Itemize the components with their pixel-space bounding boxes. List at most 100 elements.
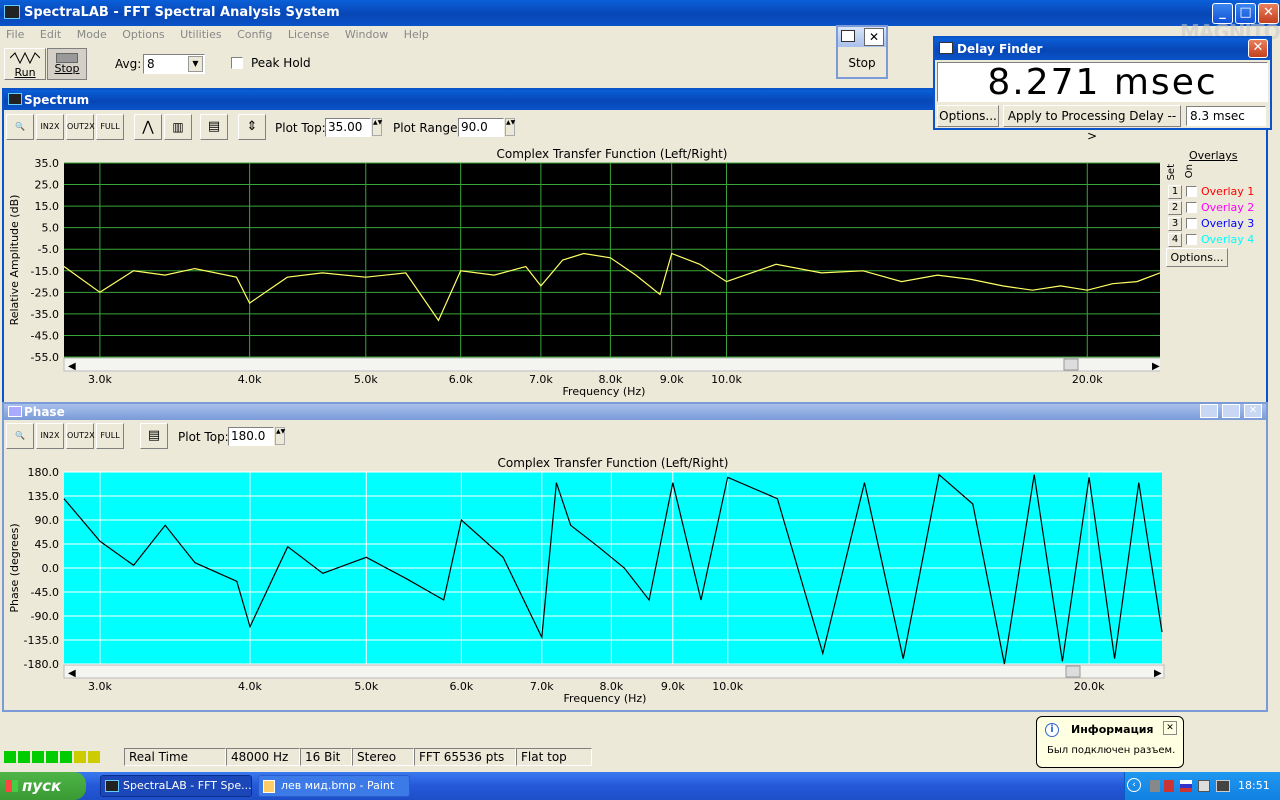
close-icon[interactable]: ✕ [1248,39,1268,58]
stop-window-icon [841,30,855,42]
overlay-on-checkbox[interactable] [1186,234,1197,245]
zoom-icon[interactable]: 🔍 [6,114,34,140]
bar-mode-icon[interactable]: ▥ [164,114,192,140]
start-button[interactable]: пуск [0,772,86,800]
avg-value: 8 [147,57,155,71]
x-tick-label: 10.0k [712,680,743,693]
delay-options-button[interactable]: Options... [937,105,999,127]
phase-close-button[interactable]: ✕ [1244,404,1262,418]
overlay-set-button[interactable]: 2 [1168,201,1182,215]
start-label: пуск [22,777,62,795]
apply-delay-button[interactable]: Apply to Processing Delay --> [1003,105,1181,143]
phase-maximize-button[interactable] [1222,404,1240,418]
y-tick-label: 0.0 [42,562,60,575]
balloon-text: Был подключен разъем. [1047,745,1176,756]
menu-options[interactable]: Options [122,28,164,41]
table-icon[interactable]: ▤ [140,423,168,449]
x-tick-label: 6.0k [449,680,473,693]
scroll-right-icon: ▶ [1154,668,1162,679]
line-mode-icon[interactable]: ⋀ [134,114,162,140]
taskbar-item-paint[interactable]: лев мид.bmp - Paint [258,775,410,797]
taskbar-item-label: SpectraLAB - FFT Spe... [123,779,252,792]
monitor-icon[interactable] [1216,780,1230,792]
status-window: Flat top [516,748,592,766]
volume-icon[interactable] [1164,780,1174,792]
y-tick-label: -45.0 [31,586,59,599]
run-button[interactable]: Run [4,48,46,80]
peak-hold-checkbox[interactable] [231,57,243,69]
menu-edit[interactable]: Edit [40,28,61,41]
menu-file[interactable]: File [6,28,24,41]
plot-range-spinner[interactable]: ▲▼ [505,118,515,136]
close-icon[interactable]: ✕ [1163,721,1177,735]
overlay-options-button[interactable]: Options... [1166,248,1228,267]
plot-area [64,163,1160,357]
info-icon: i [1045,723,1059,737]
y-tick-label: -15.0 [31,265,59,278]
auto-scale-icon[interactable]: ⇕ [238,114,266,140]
plot-range-input[interactable]: 90.0 [458,118,504,137]
menu-license[interactable]: License [288,28,329,41]
menu-help[interactable]: Help [404,28,429,41]
x-tick-label: 9.0k [660,373,684,386]
zoom-icon[interactable]: 🔍 [6,423,34,449]
avg-select[interactable]: 8 ▼ [143,54,205,74]
plot-top-input[interactable]: 35.00 [325,118,371,137]
level-bar [88,751,100,763]
phase-chart[interactable]: Complex Transfer Function (Left/Right) 18… [4,452,1264,710]
status-rate: 48000 Hz [226,748,300,766]
plot-top-spinner[interactable]: ▲▼ [372,118,382,136]
phase-plot-top-spinner[interactable]: ▲▼ [275,427,285,445]
level-bar [74,751,86,763]
delay-finder-icon [939,42,953,54]
overlay-set-button[interactable]: 3 [1168,217,1182,231]
overlay-on-checkbox[interactable] [1186,186,1197,197]
set-label: Set [1166,164,1177,181]
phase-icon [8,406,22,417]
zoom-out-2x-icon[interactable]: OUT2X [66,423,95,449]
x-tick-label: 4.0k [238,373,262,386]
taskbar-item-spectralab[interactable]: SpectraLAB - FFT Spe... [100,775,252,797]
overlay-on-checkbox[interactable] [1186,218,1197,229]
taskbar-item-label: лев мид.bmp - Paint [281,779,395,792]
overlay-on-checkbox[interactable] [1186,202,1197,213]
close-icon[interactable]: ✕ [864,28,884,46]
phase-minimize-button[interactable] [1200,404,1218,418]
tray-expand-icon[interactable]: ‹ [1127,778,1141,792]
y-tick-label: -25.0 [31,286,59,299]
notification-balloon[interactable]: i Информация ✕ Был подключен разъем. [1036,716,1184,768]
chart-title: Complex Transfer Function (Left/Right) [497,147,728,161]
overlay-set-button[interactable]: 4 [1168,233,1182,247]
overlays-label: Overlays [1189,149,1238,162]
chevron-down-icon[interactable]: ▼ [188,56,203,72]
tray-app-icon[interactable] [1198,780,1210,792]
scroll-left-icon: ◀ [68,668,76,679]
zoom-in-2x-icon[interactable]: IN2X [36,114,64,140]
network-icon[interactable] [1150,780,1160,792]
phase-title: Phase [24,405,65,419]
y-tick-label: -35.0 [31,308,59,321]
level-bar [4,751,16,763]
spectrum-chart[interactable]: Complex Transfer Function (Left/Right) 35… [4,143,1160,405]
table-icon[interactable]: ▤ [200,114,228,140]
status-fft: FFT 65536 pts [414,748,516,766]
stop-window-button[interactable]: Stop [842,56,882,70]
phase-plot-top-input[interactable]: 180.0 [228,427,274,446]
y-tick-label: 135.0 [28,490,60,503]
y-tick-label: -55.0 [31,351,59,364]
zoom-out-2x-icon[interactable]: OUT2X [66,114,95,140]
scroll-right-icon: ▶ [1152,361,1160,372]
menu-config[interactable]: Config [237,28,272,41]
stop-button[interactable]: Stop [47,48,87,80]
menu-mode[interactable]: Mode [77,28,107,41]
level-bar [60,751,72,763]
zoom-in-2x-icon[interactable]: IN2X [36,423,64,449]
menu-utilities[interactable]: Utilities [180,28,221,41]
delay-value-field[interactable]: 8.3 msec [1186,106,1266,126]
zoom-out-full-icon[interactable]: FULL [96,423,124,449]
overlay-set-button[interactable]: 1 [1168,185,1182,199]
zoom-out-full-icon[interactable]: FULL [96,114,124,140]
flag-icon[interactable] [1180,780,1192,792]
menu-window[interactable]: Window [345,28,388,41]
y-axis-label: Relative Amplitude (dB) [8,195,21,326]
